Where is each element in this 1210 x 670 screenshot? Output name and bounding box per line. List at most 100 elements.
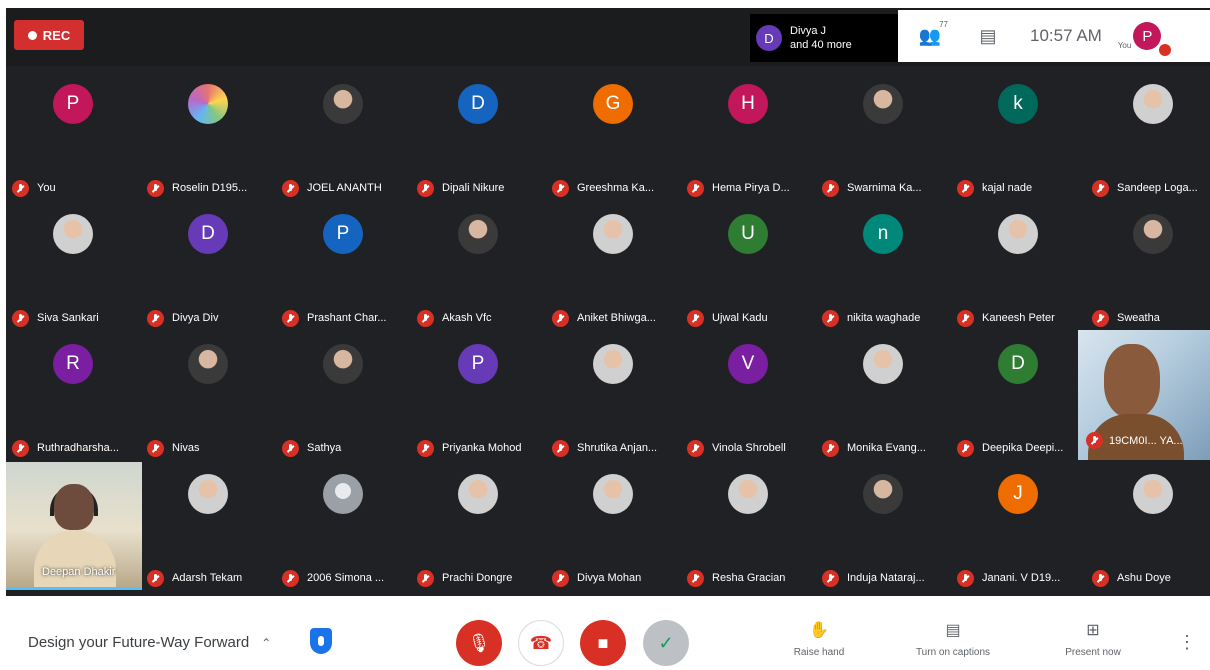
- present-icon: ⊞: [1086, 622, 1100, 639]
- participant-avatar: n: [863, 214, 903, 254]
- participant-tile[interactable]: Nivas: [141, 336, 275, 466]
- participant-name: Janani. V D19...: [982, 572, 1061, 584]
- participant-tile[interactable]: Sandeep Loga...: [1086, 76, 1210, 206]
- camera-toggle-button[interactable]: ■: [580, 620, 626, 666]
- participant-tile[interactable]: D Divya Div: [141, 206, 275, 336]
- participant-tile[interactable]: Kaneesh Peter: [951, 206, 1085, 336]
- participant-tile[interactable]: 2006 Simona ...: [276, 466, 410, 596]
- participant-tile[interactable]: JOEL ANANTH: [276, 76, 410, 206]
- participant-tile[interactable]: Ashu Doye: [1086, 466, 1210, 596]
- mic-off-icon: [417, 439, 434, 457]
- participant-avatar: [863, 474, 903, 514]
- mic-off-icon: [417, 179, 434, 197]
- mic-off-icon: [282, 309, 299, 327]
- participant-name: Dipali Nikure: [442, 182, 505, 194]
- microphone-toggle-button[interactable]: 🎙: [456, 620, 502, 666]
- chat-button[interactable]: ▤: [974, 22, 1002, 50]
- participant-name: Hema Pirya D...: [712, 182, 790, 194]
- mic-off-icon: [687, 569, 704, 587]
- participant-tile[interactable]: Sathya: [276, 336, 410, 466]
- captions-button[interactable]: ▤ Turn on captions: [908, 620, 998, 660]
- mic-off-icon: 🎙: [467, 632, 491, 653]
- participant-name: Akash Vfc: [442, 312, 492, 324]
- participant-tile[interactable]: Akash Vfc: [411, 206, 545, 336]
- mic-off-icon: [822, 569, 839, 587]
- video-tile-name: Deepan Dhakir: [42, 566, 116, 578]
- participant-tile[interactable]: Divya Mohan: [546, 466, 680, 596]
- participant-tile[interactable]: U Ujwal Kadu: [681, 206, 815, 336]
- mic-off-icon: [12, 179, 29, 197]
- participant-tile[interactable]: Siva Sankari: [6, 206, 140, 336]
- participant-tile[interactable]: Monika Evang...: [816, 336, 950, 466]
- participant-tile[interactable]: P Priyanka Mohod: [411, 336, 545, 466]
- self-label: You: [1117, 41, 1132, 50]
- meeting-details[interactable]: Design your Future-Way Forward ⌃: [28, 634, 271, 651]
- participant-name: Vinola Shrobell: [712, 442, 786, 454]
- participant-tile[interactable]: D Deepika Deepi...: [951, 336, 1085, 466]
- participant-tile[interactable]: P You: [6, 76, 140, 206]
- leave-call-button[interactable]: ☎: [518, 620, 564, 666]
- participant-tile[interactable]: Roselin D195...: [141, 76, 275, 206]
- mic-off-icon: [12, 439, 29, 457]
- top-right-panel: 👥 77 ▤ 10:57 AM You P: [898, 10, 1210, 62]
- participant-tile[interactable]: D Dipali Nikure: [411, 76, 545, 206]
- presenting-indicator[interactable]: D Divya J and 40 more: [750, 14, 900, 62]
- participant-avatar: R: [53, 344, 93, 384]
- participant-tile[interactable]: k kajal nade: [951, 76, 1085, 206]
- participant-tile[interactable]: P Prashant Char...: [276, 206, 410, 336]
- mic-off-icon: [1092, 569, 1109, 587]
- participant-tile[interactable]: Adarsh Tekam: [141, 466, 275, 596]
- mic-off-icon: [147, 309, 164, 327]
- meeting-title: Design your Future-Way Forward: [28, 634, 250, 651]
- participant-name: Sathya: [307, 442, 342, 454]
- participant-tile[interactable]: Shrutika Anjan...: [546, 336, 680, 466]
- captions-label: Turn on captions: [915, 647, 991, 658]
- participant-tile[interactable]: V Vinola Shrobell: [681, 336, 815, 466]
- mic-off-icon: [147, 569, 164, 587]
- people-count: 77: [939, 20, 948, 29]
- participant-avatar: D: [998, 344, 1038, 384]
- participant-tile[interactable]: Swarnima Ka...: [816, 76, 950, 206]
- check-button[interactable]: ✓: [643, 620, 689, 666]
- raise-hand-button[interactable]: ✋ Raise hand: [774, 620, 864, 660]
- participant-name: Sandeep Loga...: [1117, 182, 1198, 194]
- participant-name: Monika Evang...: [847, 442, 926, 454]
- participant-avatar: P: [53, 84, 93, 124]
- participant-avatar: [53, 214, 93, 254]
- participant-tile[interactable]: H Hema Pirya D...: [681, 76, 815, 206]
- participant-avatar: [593, 214, 633, 254]
- presenter-avatar: D: [756, 25, 782, 51]
- participant-tile[interactable]: G Greeshma Ka...: [546, 76, 680, 206]
- clock: 10:57 AM: [1030, 26, 1102, 45]
- participant-tile[interactable]: Induja Nataraj...: [816, 466, 950, 596]
- present-now-button[interactable]: ⊞ Present now: [1048, 620, 1138, 660]
- self-badge[interactable]: You P: [1117, 22, 1172, 56]
- participant-tile[interactable]: Prachi Dongre: [411, 466, 545, 596]
- present-now-label: Present now: [1065, 647, 1121, 658]
- participant-tile[interactable]: Aniket Bhiwga...: [546, 206, 680, 336]
- participant-tile[interactable]: Sweatha: [1086, 206, 1210, 336]
- participant-tile[interactable]: n nikita waghade: [816, 206, 950, 336]
- video-tile-speaker[interactable]: 19CM0I... YA...: [1078, 330, 1210, 460]
- video-tile-self[interactable]: Deepan Dhakir: [6, 462, 142, 590]
- participant-name: Priyanka Mohod: [442, 442, 522, 454]
- participant-avatar: [1133, 84, 1173, 124]
- participant-tile[interactable]: Resha Gracian: [681, 466, 815, 596]
- participant-name: Ujwal Kadu: [712, 312, 768, 324]
- mic-off-icon: [687, 439, 704, 457]
- participant-tile[interactable]: J Janani. V D19...: [951, 466, 1085, 596]
- host-controls-shield-icon[interactable]: [310, 628, 332, 654]
- participant-avatar: D: [458, 84, 498, 124]
- people-button[interactable]: 👥 77: [916, 20, 948, 50]
- more-options-icon[interactable]: ⋮: [1178, 632, 1196, 653]
- presenter-more: and 40 more: [790, 39, 852, 51]
- participant-name: Nivas: [172, 442, 200, 454]
- participant-avatar: [323, 344, 363, 384]
- participant-name: kajal nade: [982, 182, 1033, 194]
- participant-avatar: J: [998, 474, 1038, 514]
- mic-off-icon: [1092, 179, 1109, 197]
- participant-tile[interactable]: R Ruthradharsha...: [6, 336, 140, 466]
- presenter-name: Divya J: [790, 25, 827, 37]
- mic-off-icon: [12, 309, 29, 327]
- participant-avatar: [458, 214, 498, 254]
